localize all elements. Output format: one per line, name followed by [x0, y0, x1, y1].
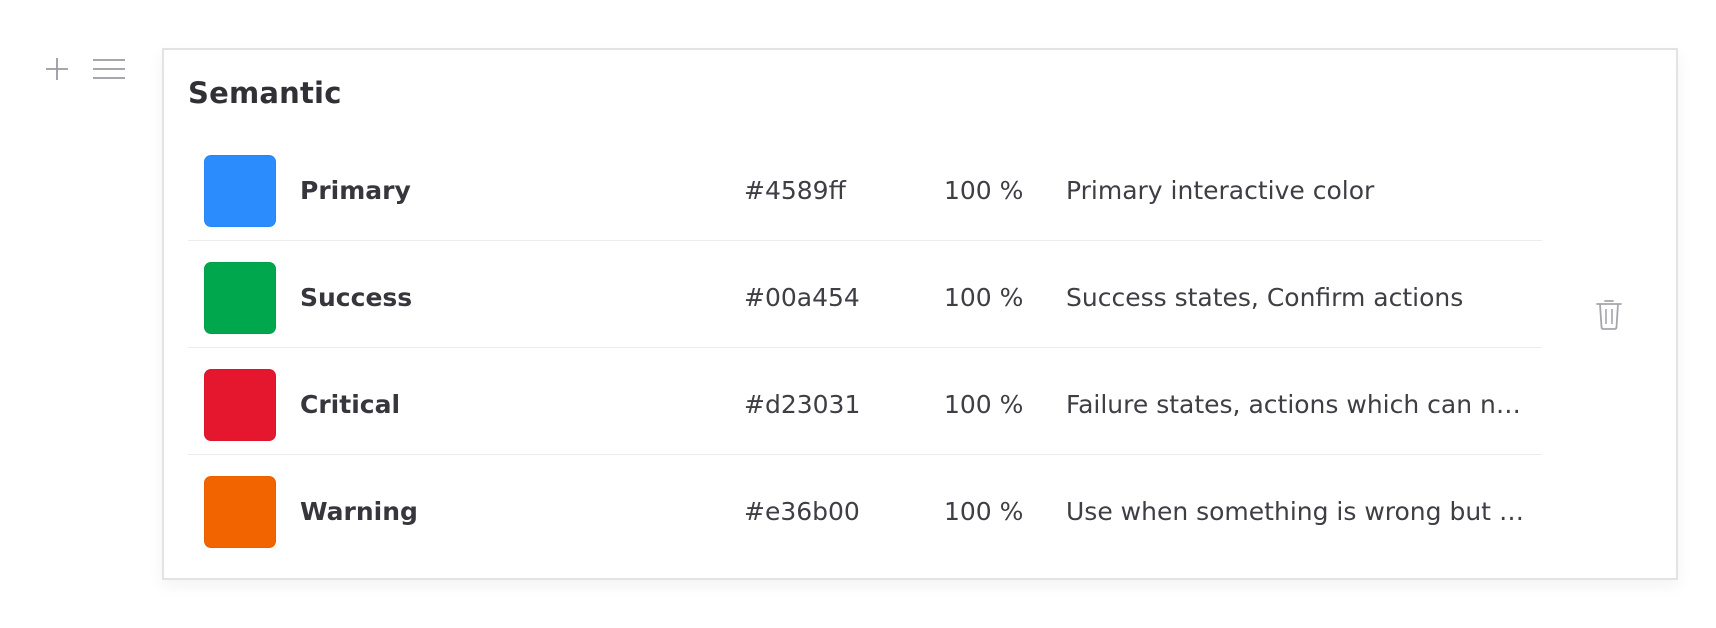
color-swatch[interactable]	[204, 262, 276, 334]
color-swatch[interactable]	[204, 369, 276, 441]
color-opacity: 100 %	[944, 497, 1024, 526]
color-description: Success states, Confirm actions	[1066, 283, 1464, 312]
color-list: Primary #4589ff 100 % Primary interactiv…	[188, 134, 1542, 561]
color-row-success[interactable]: Success #00a454 100 % Success states, Co…	[188, 241, 1542, 348]
color-description: Use when something is wrong but no…	[1066, 497, 1536, 526]
color-description: Failure states, actions which can not …	[1066, 390, 1536, 419]
color-opacity: 100 %	[944, 176, 1024, 205]
color-hex: #4589ff	[744, 176, 846, 205]
block-handles	[44, 56, 126, 82]
color-hex: #e36b00	[744, 497, 860, 526]
plus-icon[interactable]	[44, 56, 70, 82]
color-opacity: 100 %	[944, 283, 1024, 312]
color-description: Primary interactive color	[1066, 176, 1375, 205]
color-palette-card[interactable]: Semantic Primary #4589ff 100 % Primary i…	[162, 48, 1678, 580]
color-name: Critical	[300, 390, 401, 419]
color-swatch[interactable]	[204, 155, 276, 227]
color-name: Primary	[300, 176, 411, 205]
trash-icon[interactable]	[1594, 297, 1624, 331]
color-name: Warning	[300, 497, 418, 526]
color-row-primary[interactable]: Primary #4589ff 100 % Primary interactiv…	[188, 134, 1542, 241]
palette-title: Semantic	[188, 76, 342, 110]
color-hex: #d23031	[744, 390, 861, 419]
color-opacity: 100 %	[944, 390, 1024, 419]
color-swatch[interactable]	[204, 476, 276, 548]
color-row-warning[interactable]: Warning #e36b00 100 % Use when something…	[188, 455, 1542, 561]
color-hex: #00a454	[744, 283, 860, 312]
drag-handle-icon[interactable]	[92, 58, 126, 80]
color-name: Success	[300, 283, 413, 312]
page: Semantic Primary #4589ff 100 % Primary i…	[0, 0, 1716, 628]
color-row-critical[interactable]: Critical #d23031 100 % Failure states, a…	[188, 348, 1542, 455]
